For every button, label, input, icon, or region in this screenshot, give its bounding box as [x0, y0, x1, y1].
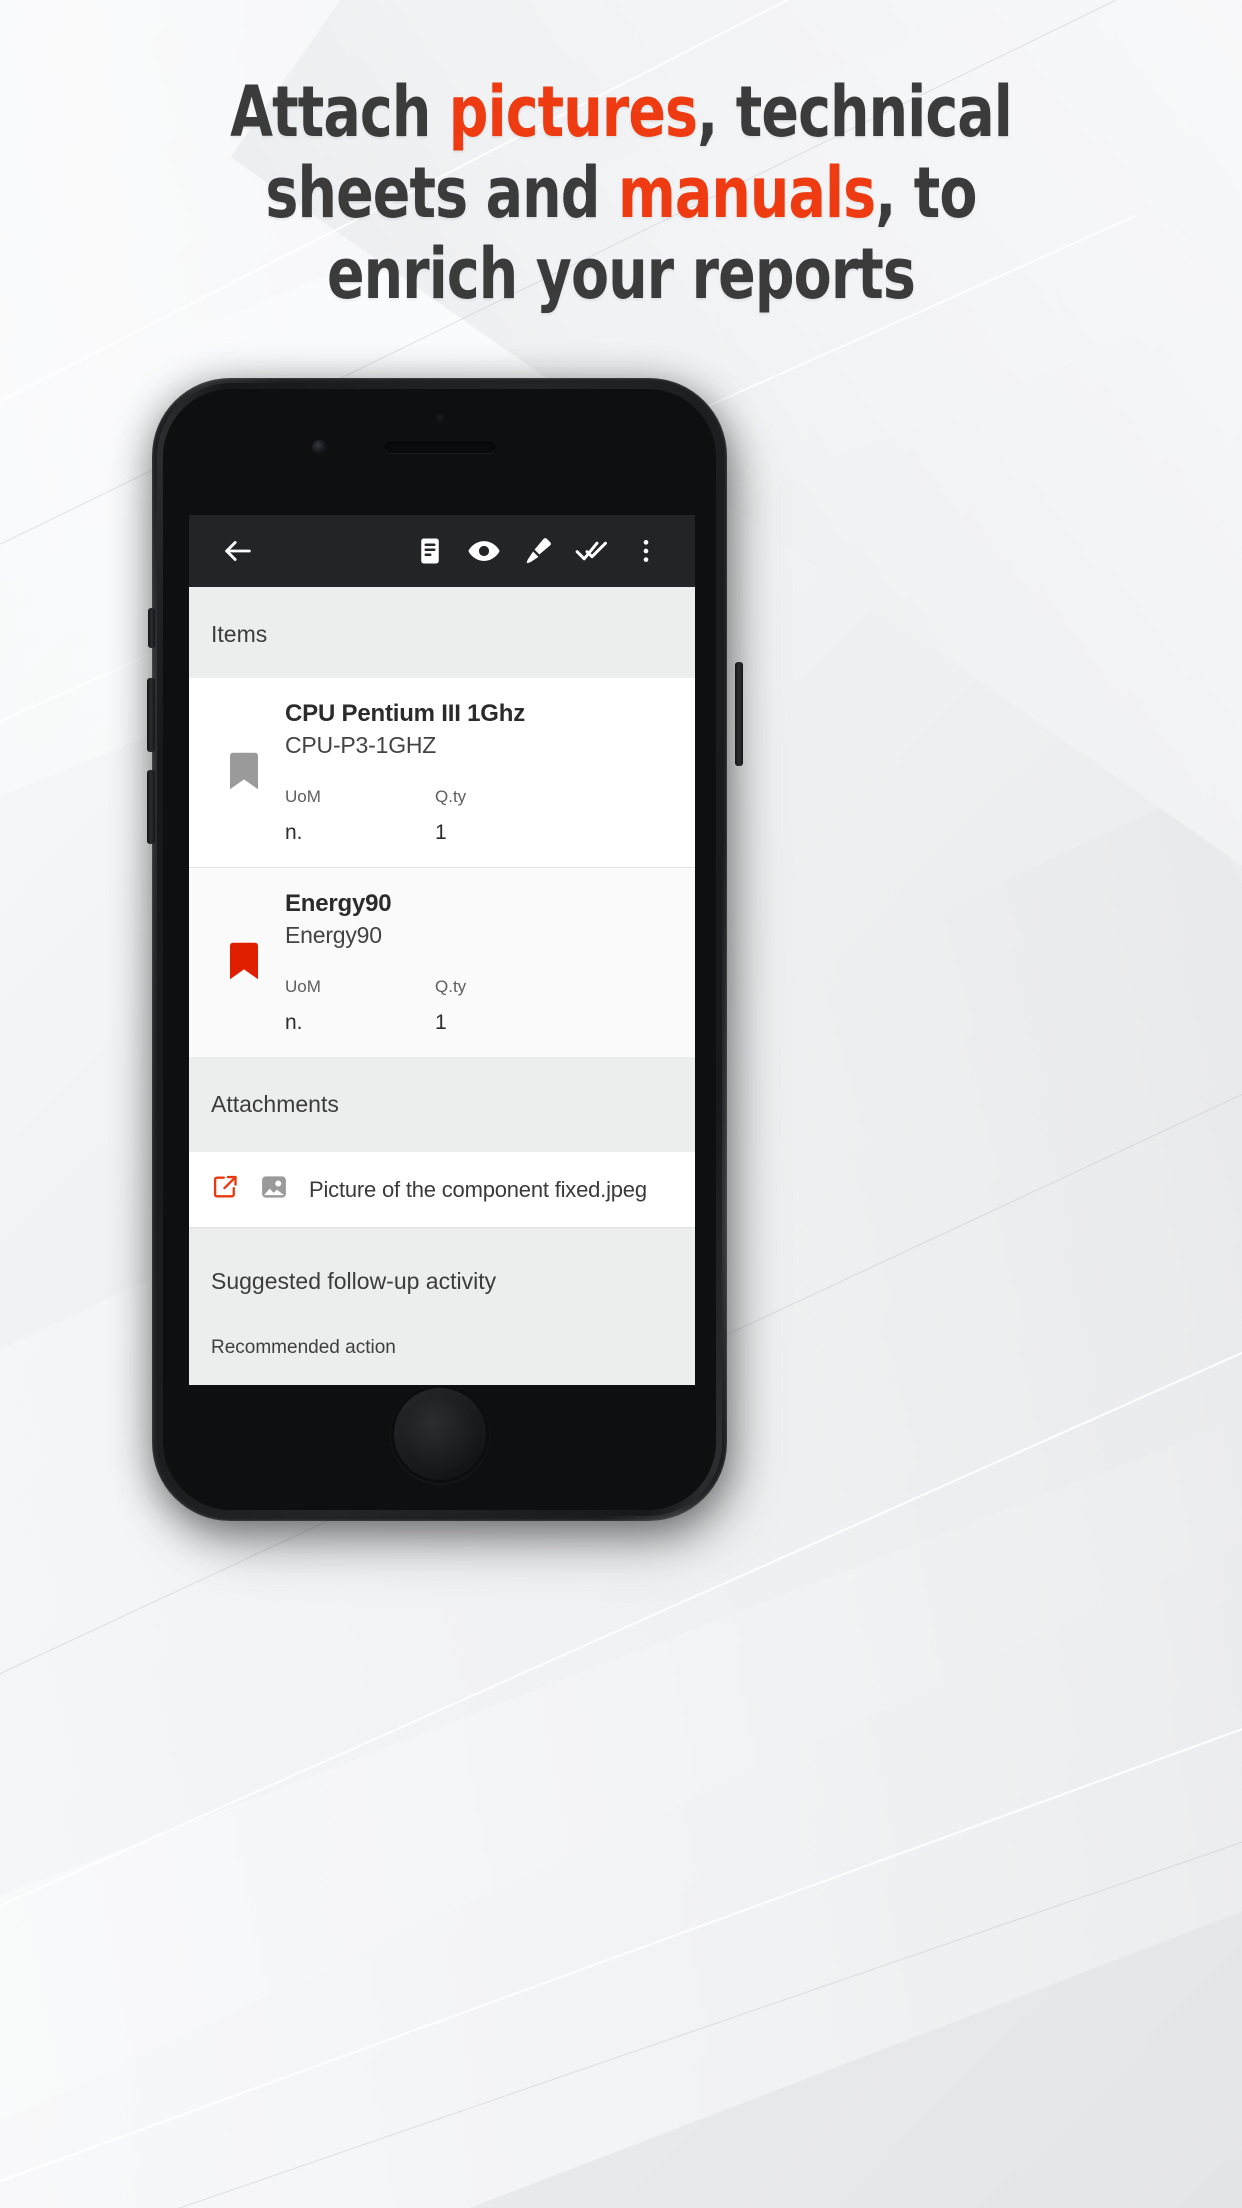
headline-line-3: enrich your reports — [326, 233, 916, 315]
volume-down-button[interactable] — [147, 770, 155, 844]
brush-icon[interactable] — [511, 524, 565, 578]
uom-value: n. — [285, 821, 303, 844]
list-item[interactable]: CPU Pentium III 1Ghz CPU-P3-1GHZ UoM n. … — [189, 678, 695, 867]
uom-label: UoM — [285, 787, 321, 806]
overflow-menu-icon[interactable] — [619, 524, 673, 578]
recommended-action-label: Recommended action — [189, 1323, 695, 1385]
item-title: Energy90 — [285, 890, 392, 917]
uom-field: UoM n. — [285, 977, 435, 1035]
section-title: Items — [211, 621, 268, 647]
headline-text: Attach — [230, 71, 449, 153]
item-measures: UoM n. Q.ty 1 — [285, 787, 673, 845]
qty-label: Q.ty — [435, 977, 467, 996]
front-camera-icon — [312, 440, 327, 455]
uom-field: UoM n. — [285, 787, 435, 845]
headline-text: sheets and — [265, 152, 618, 234]
earpiece-speaker — [384, 442, 495, 453]
headline-line-2: sheets and manuals, to — [75, 153, 1168, 234]
power-button[interactable] — [735, 662, 743, 766]
section-header-attachments: Attachments — [189, 1057, 695, 1152]
document-icon[interactable] — [403, 524, 457, 578]
qty-value: 1 — [435, 1011, 447, 1034]
qty-value: 1 — [435, 821, 447, 844]
bookmark-icon[interactable] — [211, 886, 285, 1035]
section-header-items: Items — [189, 587, 695, 678]
section-header-followup: Suggested follow-up activity — [189, 1228, 695, 1323]
headline: Attach pictures, technical sheets and ma… — [75, 72, 1168, 315]
attachment-name: Picture of the component fixed.jpeg — [309, 1176, 647, 1202]
back-button[interactable] — [211, 524, 265, 578]
volume-up-button[interactable] — [147, 678, 155, 752]
headline-text: , to — [875, 152, 977, 234]
qty-field: Q.ty 1 — [435, 787, 585, 845]
item-details: Energy90 Energy90 UoM n. Q.ty 1 — [285, 886, 673, 1035]
eye-icon[interactable] — [457, 524, 511, 578]
qty-label: Q.ty — [435, 787, 467, 806]
bookmark-icon[interactable] — [211, 696, 285, 845]
image-icon — [259, 1172, 289, 1207]
mute-switch[interactable] — [148, 608, 155, 648]
item-title: CPU Pentium III 1Ghz — [285, 700, 526, 727]
proximity-sensor-icon — [436, 414, 443, 421]
uom-value: n. — [285, 1011, 303, 1034]
attachment-row[interactable]: Picture of the component fixed.jpeg — [189, 1152, 695, 1227]
item-details: CPU Pentium III 1Ghz CPU-P3-1GHZ UoM n. … — [285, 696, 673, 845]
section-title: Attachments — [211, 1091, 339, 1117]
headline-highlight: manuals — [617, 152, 876, 234]
phone-screen: Items CPU Pentium III 1Ghz CPU-P3-1GHZ U… — [189, 515, 695, 1385]
item-code: CPU-P3-1GHZ — [285, 732, 437, 758]
section-title: Suggested follow-up activity — [211, 1268, 497, 1294]
external-link-icon[interactable] — [211, 1173, 239, 1206]
headline-line-1: Attach pictures, technical — [75, 72, 1168, 153]
item-code: Energy90 — [285, 922, 382, 948]
app-bar — [189, 515, 695, 587]
home-button[interactable] — [390, 1385, 489, 1483]
list-item[interactable]: Energy90 Energy90 UoM n. Q.ty 1 — [189, 868, 695, 1057]
headline-highlight: pictures — [448, 71, 698, 153]
headline-text: , technical — [697, 71, 1013, 153]
uom-label: UoM — [285, 977, 321, 996]
field-label: Recommended action — [211, 1337, 396, 1358]
phone-mockup: Items CPU Pentium III 1Ghz CPU-P3-1GHZ U… — [147, 378, 743, 1546]
qty-field: Q.ty 1 — [435, 977, 585, 1035]
item-measures: UoM n. Q.ty 1 — [285, 977, 673, 1035]
double-check-icon[interactable] — [565, 524, 619, 578]
